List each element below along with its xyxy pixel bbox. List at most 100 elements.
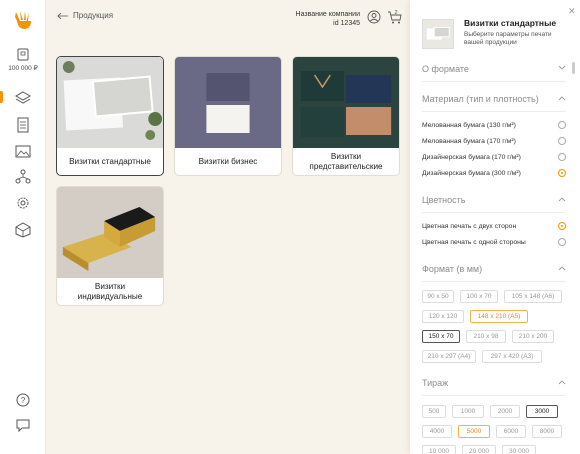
material-option[interactable]: Мелованная бумага (170 г/м²) (422, 137, 566, 145)
radio-button[interactable] (558, 121, 566, 129)
chevron-up-icon (558, 380, 566, 385)
section-title: Формат (в мм) (422, 264, 483, 274)
size-chip[interactable]: 100 x 70 (460, 290, 498, 303)
section-title: Материал (тип и плотность) (422, 94, 539, 104)
run-chip[interactable]: 1000 (452, 405, 484, 418)
run-chip[interactable]: 500 (422, 405, 446, 418)
section-title: Цветность (422, 195, 466, 205)
chevron-up-icon (558, 197, 566, 202)
radio-button[interactable] (558, 153, 566, 161)
chat-icon[interactable] (14, 416, 32, 434)
size-chip-active[interactable]: 150 x 70 (422, 330, 460, 343)
business-cards-image (175, 57, 281, 148)
product-label: Визитки индивидуальные (77, 281, 143, 301)
gear-icon[interactable] (14, 194, 32, 212)
section-material[interactable]: Материал (тип и плотность) (422, 94, 566, 104)
wallet-icon (17, 48, 29, 61)
option-label: Дизайнерская бумага (300 г/м²) (422, 170, 521, 177)
standard-cards-image (57, 57, 163, 148)
help-icon[interactable]: ? (14, 391, 32, 409)
company-name: Название компании (295, 11, 360, 18)
product-card-business[interactable]: Визитки бизнес (174, 56, 282, 176)
option-label: Дизайнерская бумага (170 г/м²) (422, 154, 521, 161)
section-size[interactable]: Формат (в мм) (422, 264, 566, 274)
network-icon[interactable] (14, 168, 32, 186)
close-icon[interactable]: ✕ (568, 6, 576, 17)
left-rail: 100 000 ₽ ? (0, 0, 46, 454)
company-id: id 12345 (333, 20, 360, 27)
chevron-down-icon (558, 65, 566, 70)
run-chip[interactable]: 8000 (532, 425, 562, 438)
product-card-individual[interactable]: Визитки индивидуальные (56, 186, 164, 306)
image-gallery-icon[interactable] (14, 142, 32, 160)
run-chip[interactable]: 10 000 (422, 445, 456, 454)
size-chip[interactable]: 90 x 50 (422, 290, 454, 303)
scrollbar[interactable] (572, 62, 575, 74)
radio-button-selected[interactable] (558, 222, 566, 230)
section-color[interactable]: Цветность (422, 195, 566, 205)
company-info: Название компании id 12345 (296, 10, 360, 28)
section-format-about[interactable]: О формате (422, 64, 566, 74)
back-link[interactable]: Продукция (57, 11, 113, 20)
section-run[interactable]: Тираж (422, 378, 566, 388)
individual-cards-image (57, 187, 163, 278)
run-chip[interactable]: 30 000 (502, 445, 536, 454)
product-label: Визитки представительские (309, 151, 383, 171)
panel-subtitle: Выберите параметры печати вашей продукци… (464, 31, 552, 46)
divider (422, 111, 566, 112)
user-icon[interactable] (367, 10, 381, 24)
balance-text: 100 000 ₽ (8, 65, 38, 72)
representative-cards-image (293, 57, 399, 148)
size-chip-selected[interactable]: 148 x 210 (A5) (470, 310, 528, 323)
material-option[interactable]: Дизайнерская бумага (300 г/м²) (422, 169, 566, 177)
options-panel: ✕ Визитки стандартные Выберите параметры… (410, 0, 580, 454)
section-title: Тираж (422, 378, 449, 388)
layers-icon[interactable] (14, 89, 32, 107)
panel-title: Визитки стандартные (464, 18, 557, 28)
size-chip[interactable]: 120 x 120 (422, 310, 464, 323)
active-indicator (0, 91, 3, 103)
material-option[interactable]: Мелованная бумага (130 г/м²) (422, 121, 566, 129)
run-chip[interactable]: 20 000 (462, 445, 496, 454)
run-chip[interactable]: 4000 (422, 425, 452, 438)
color-option[interactable]: Цветная печать с двух сторон (422, 222, 566, 230)
hand-logo-icon[interactable] (12, 9, 34, 31)
product-label: Визитки стандартные (69, 156, 151, 166)
size-chip[interactable]: 210 x 297 (A4) (422, 350, 476, 363)
color-option[interactable]: Цветная печать с одной стороны (422, 238, 566, 246)
option-label: Мелованная бумага (130 г/м²) (422, 122, 516, 129)
divider (422, 81, 566, 82)
cart-icon[interactable]: 2 (387, 9, 403, 25)
product-card-representative[interactable]: Визитки представительские (292, 56, 400, 176)
back-label: Продукция (73, 11, 114, 20)
divider (422, 281, 566, 282)
run-chip-active[interactable]: 3000 (526, 405, 558, 418)
divider (422, 395, 566, 396)
radio-button[interactable] (558, 137, 566, 145)
section-title: О формате (422, 64, 469, 74)
size-chip[interactable]: 105 x 148 (A6) (504, 290, 562, 303)
svg-text:?: ? (21, 396, 26, 405)
wallet-widget[interactable]: 100 000 ₽ (0, 46, 46, 72)
run-chip-selected[interactable]: 5000 (458, 425, 490, 438)
run-chip[interactable]: 2000 (490, 405, 520, 418)
chevron-up-icon (558, 266, 566, 271)
product-label: Визитки бизнес (198, 156, 258, 166)
radio-button[interactable] (558, 238, 566, 246)
document-list-icon[interactable] (14, 116, 32, 134)
chevron-up-icon (558, 96, 566, 101)
run-chip[interactable]: 6000 (496, 425, 526, 438)
option-label: Цветная печать с одной стороны (422, 239, 526, 246)
size-chip[interactable]: 210 x 200 (512, 330, 554, 343)
product-card-standard[interactable]: Визитки стандартные (56, 56, 164, 176)
cart-count: 2 (394, 10, 397, 16)
size-chip[interactable]: 210 x 98 (466, 330, 506, 343)
material-option[interactable]: Дизайнерская бумага (170 г/м²) (422, 153, 566, 161)
option-label: Цветная печать с двух сторон (422, 223, 517, 230)
size-chip[interactable]: 297 x 420 (A3) (482, 350, 542, 363)
product-thumbnail (422, 19, 454, 49)
box-icon[interactable] (14, 221, 32, 239)
option-label: Мелованная бумага (170 г/м²) (422, 138, 516, 145)
radio-button-selected[interactable] (558, 169, 566, 177)
arrow-left-icon (57, 12, 68, 19)
